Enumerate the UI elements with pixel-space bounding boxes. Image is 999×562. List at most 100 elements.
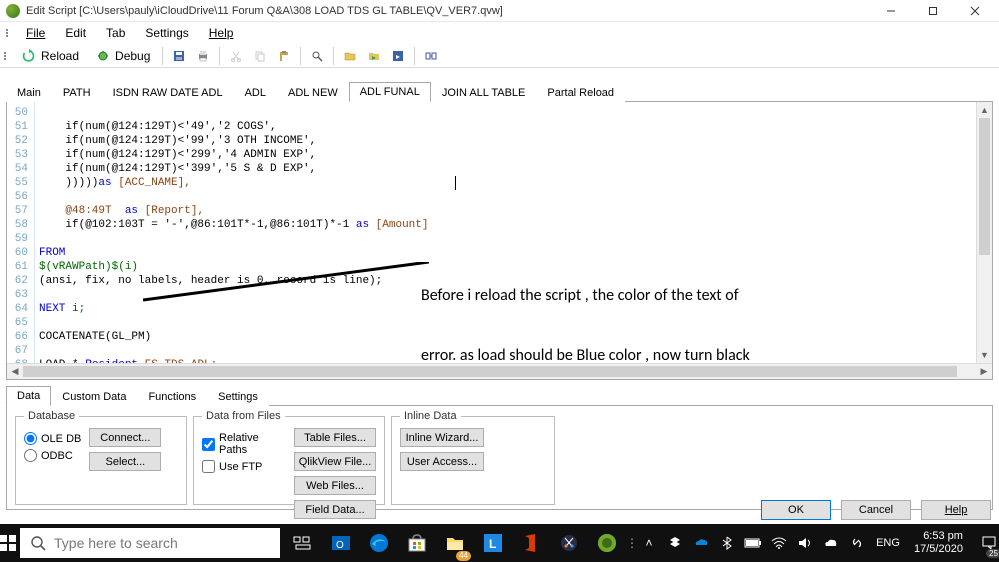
toolbar: Reload Debug — [0, 44, 999, 68]
check-ftp[interactable]: Use FTP — [202, 460, 286, 473]
tray-battery-icon[interactable] — [742, 524, 764, 562]
tray-chevron-icon[interactable]: ˄ — [638, 524, 660, 562]
tab-settings[interactable]: Settings — [207, 387, 269, 406]
scroll-thumb-v[interactable] — [979, 118, 990, 255]
app-explorer-icon[interactable]: 44 — [436, 524, 474, 562]
taskbar-overflow-icon[interactable]: ⋮ — [626, 524, 638, 562]
print-icon[interactable] — [192, 46, 214, 66]
scroll-up-icon[interactable]: ▲ — [977, 102, 992, 118]
horizontal-scrollbar[interactable]: ◀ ▶ — [7, 363, 992, 379]
tab-join-all[interactable]: JOIN ALL TABLE — [431, 83, 537, 102]
minimize-button[interactable] — [871, 1, 911, 21]
app-snip-icon[interactable] — [550, 524, 588, 562]
tab-partal[interactable]: Partal Reload — [536, 83, 625, 102]
tab-path[interactable]: PATH — [52, 83, 102, 102]
app-icon — [6, 4, 20, 18]
tab-data[interactable]: Data — [6, 386, 51, 406]
group-files: Data from Files Relative Paths Use FTP T… — [193, 410, 385, 505]
tab-main[interactable]: Main — [6, 83, 52, 102]
table-files-button[interactable]: Table Files... — [294, 428, 376, 447]
web-files-button[interactable]: Web Files... — [294, 476, 376, 495]
notif-badge: 25 — [986, 549, 999, 558]
user-access-button[interactable]: User Access... — [400, 452, 484, 471]
menu-edit[interactable]: Edit — [57, 24, 94, 42]
tray-clock[interactable]: 6:53 pm 17/5/2020 — [908, 530, 969, 556]
close-button[interactable] — [955, 1, 995, 21]
windows-icon — [0, 535, 16, 551]
reload-label: Reload — [41, 49, 79, 63]
tab-isdn[interactable]: ISDN RAW DATE ADL — [102, 83, 234, 102]
scroll-right-icon[interactable]: ▶ — [976, 364, 992, 379]
app-outlook-icon[interactable]: O — [322, 524, 360, 562]
search-icon[interactable] — [306, 46, 328, 66]
copy-icon[interactable] — [249, 46, 271, 66]
action-center-icon[interactable]: 25 — [973, 524, 999, 562]
menu-tab[interactable]: Tab — [98, 24, 133, 42]
radio-odbc[interactable]: ODBC — [24, 449, 81, 462]
search-box[interactable]: Type here to search — [20, 528, 280, 558]
app-store-icon[interactable] — [398, 524, 436, 562]
script-editor[interactable]: 5051525354555657585960616263646566676869… — [6, 102, 993, 380]
tab-adl-funal[interactable]: ADL FUNAL — [349, 82, 431, 102]
app-qlikview-icon[interactable] — [588, 524, 626, 562]
tray-volume-icon[interactable] — [794, 524, 816, 562]
field-data-button[interactable]: Field Data... — [294, 500, 376, 519]
app-edge-icon[interactable] — [360, 524, 398, 562]
tray-cloud-icon[interactable] — [820, 524, 842, 562]
taskbar-apps: O 44 L — [284, 524, 626, 562]
search-placeholder: Type here to search — [54, 535, 178, 551]
tray-lang[interactable]: ENG — [872, 524, 904, 562]
scroll-thumb-h[interactable] — [23, 366, 957, 377]
paste-icon[interactable] — [273, 46, 295, 66]
check-relative-input[interactable] — [202, 438, 215, 451]
open-include-icon[interactable] — [363, 46, 385, 66]
reload-icon — [21, 48, 37, 64]
check-relative[interactable]: Relative Paths — [202, 432, 286, 456]
connect-button[interactable]: Connect... — [89, 428, 161, 447]
help-button[interactable]: Help — [921, 500, 991, 520]
tray-bluetooth-icon[interactable] — [716, 524, 738, 562]
start-button[interactable] — [0, 524, 16, 562]
app-l-icon[interactable]: L — [474, 524, 512, 562]
save-include-icon[interactable] — [387, 46, 409, 66]
select-button[interactable]: Select... — [89, 452, 161, 471]
radio-oledb[interactable]: OLE DB — [24, 432, 81, 445]
check-ftp-input[interactable] — [202, 460, 215, 473]
open-folder-icon[interactable] — [339, 46, 361, 66]
lower-tabs: Data Custom Data Functions Settings — [6, 386, 993, 406]
group-database: Database OLE DB ODBC Connect... Select..… — [15, 410, 187, 505]
radio-oledb-input[interactable] — [24, 432, 37, 445]
tray-dropbox-icon[interactable] — [664, 524, 686, 562]
inline-wizard-button[interactable]: Inline Wizard... — [400, 428, 484, 447]
window-controls — [871, 1, 995, 21]
menu-help[interactable]: Help — [201, 24, 242, 42]
save-icon[interactable] — [168, 46, 190, 66]
maximize-button[interactable] — [913, 1, 953, 21]
line-gutter: 5051525354555657585960616263646566676869… — [7, 102, 35, 379]
tray-wifi-icon[interactable] — [768, 524, 790, 562]
code-area[interactable]: if(num(@124:129T)<'49','2 COGS', if(num(… — [35, 102, 992, 379]
app-office-icon[interactable] — [512, 524, 550, 562]
tab-adl[interactable]: ADL — [234, 83, 277, 102]
tray-link-icon[interactable] — [846, 524, 868, 562]
tab-adl-new[interactable]: ADL NEW — [277, 83, 349, 102]
reload-button[interactable]: Reload — [14, 46, 86, 66]
dialog-buttons: OK Cancel Help — [761, 500, 991, 520]
scroll-down-icon[interactable]: ▼ — [977, 347, 992, 363]
tray-onedrive-icon[interactable] — [690, 524, 712, 562]
vertical-scrollbar[interactable]: ▲ ▼ — [976, 102, 992, 363]
debug-button[interactable]: Debug — [88, 46, 157, 66]
radio-odbc-input[interactable] — [24, 449, 37, 462]
cancel-button[interactable]: Cancel — [841, 500, 911, 520]
task-view-icon[interactable] — [284, 524, 322, 562]
svg-text:L: L — [489, 537, 496, 551]
menu-settings[interactable]: Settings — [137, 24, 196, 42]
tab-functions[interactable]: Functions — [137, 387, 207, 406]
menu-file[interactable]: File — [18, 24, 53, 42]
qlikview-file-button[interactable]: QlikView File... — [294, 452, 376, 471]
scroll-left-icon[interactable]: ◀ — [7, 364, 23, 379]
tab-custom-data[interactable]: Custom Data — [51, 387, 137, 406]
cut-icon[interactable] — [225, 46, 247, 66]
ok-button[interactable]: OK — [761, 500, 831, 520]
tab-manager-icon[interactable] — [420, 46, 442, 66]
